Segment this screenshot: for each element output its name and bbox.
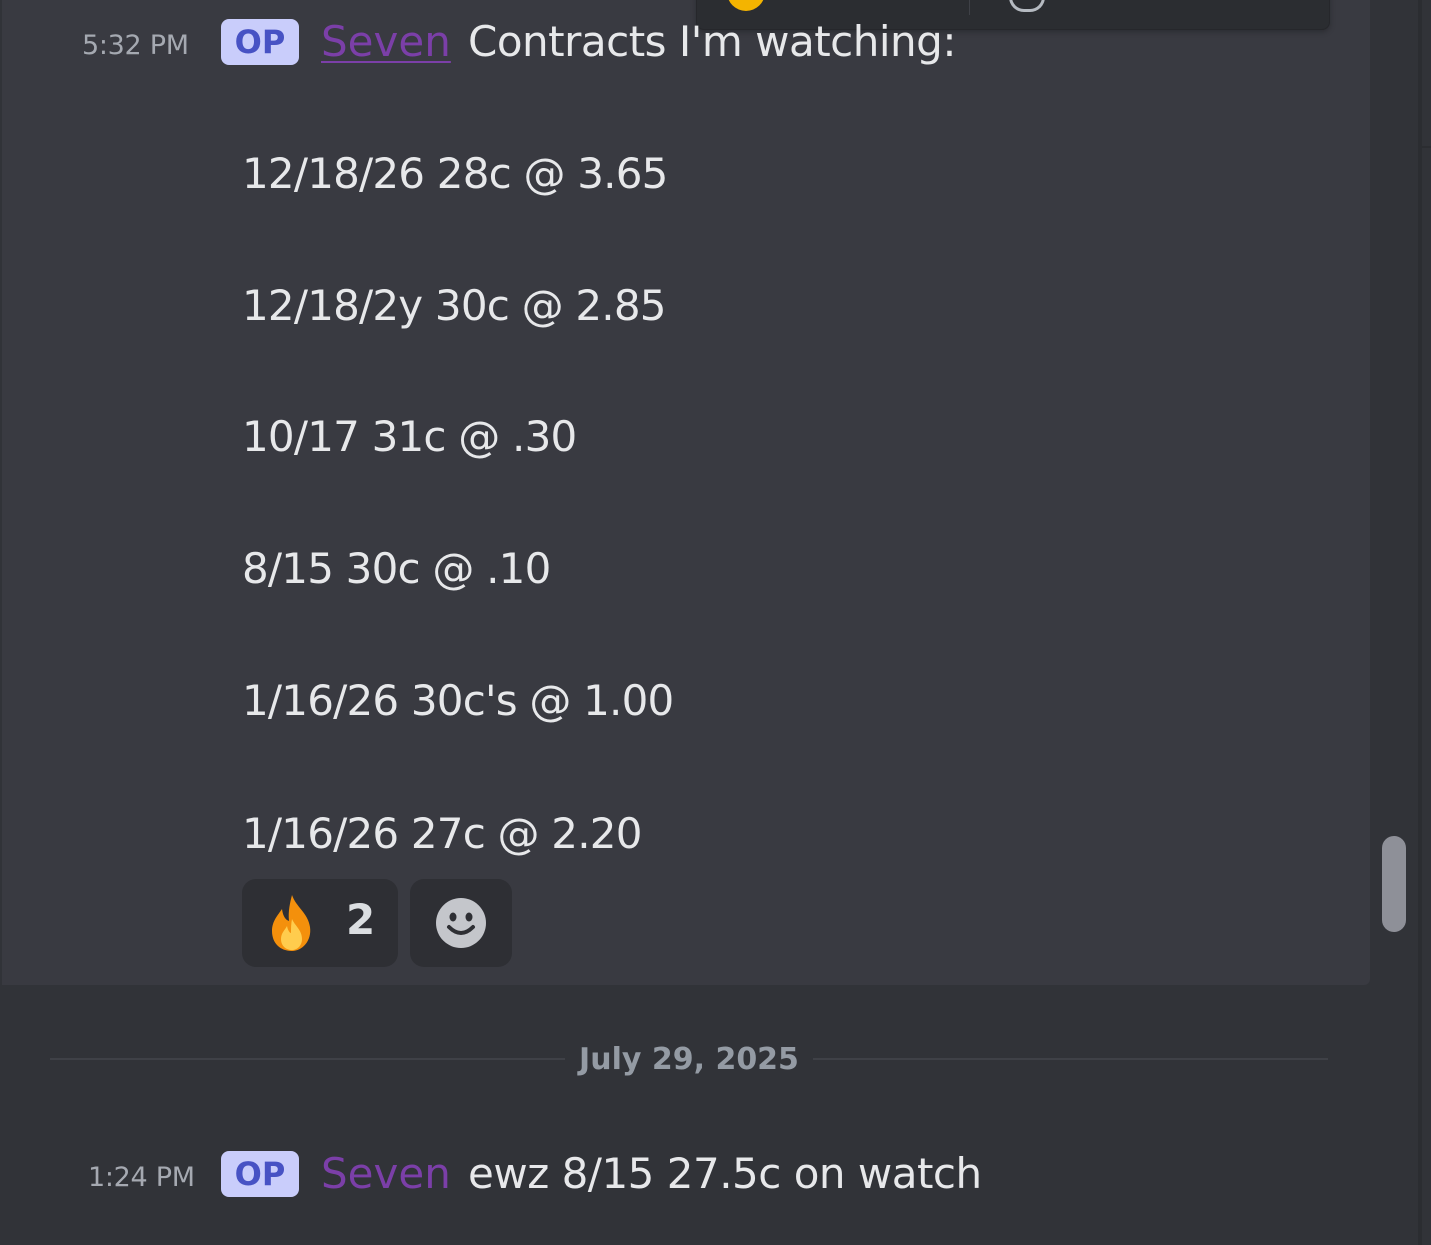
panel-border <box>1418 0 1422 1245</box>
op-badge: OP <box>221 1151 299 1197</box>
message-timestamp: 1:24 PM <box>88 1162 195 1193</box>
message-line: 12/18/2y 30c @ 2.85 <box>242 281 666 330</box>
message-text: ewz 8/15 27.5c on watch <box>468 1149 982 1198</box>
toolbar-separator <box>969 0 970 15</box>
message-line: 12/18/26 28c @ 3.65 <box>242 149 668 198</box>
author-name[interactable]: Seven <box>321 1153 451 1195</box>
message-text: Contracts I'm watching: <box>468 17 956 66</box>
fire-icon <box>272 895 311 951</box>
reaction-fire[interactable]: 2 <box>242 879 398 967</box>
chat-view: 5:32 PM OP Seven Contracts I'm watching:… <box>0 0 1431 1245</box>
more-options-icon[interactable] <box>1009 0 1045 12</box>
message-line: 8/15 30c @ .10 <box>242 544 551 593</box>
add-reaction-button[interactable] <box>410 879 512 967</box>
date-divider: July 29, 2025 <box>0 1042 1378 1077</box>
author-name[interactable]: Seven <box>321 21 451 63</box>
message-line: 1/16/26 30c's @ 1.00 <box>242 676 674 725</box>
add-reaction-icon[interactable] <box>727 0 765 11</box>
panel-border-notch <box>1422 146 1431 148</box>
message-line: 10/17 31c @ .30 <box>242 412 577 461</box>
message-timestamp: 5:32 PM <box>82 30 189 61</box>
smiley-icon <box>436 898 486 948</box>
message-hover-highlight <box>2 0 1370 985</box>
date-divider-label: July 29, 2025 <box>565 1042 813 1077</box>
reaction-count: 2 <box>346 895 376 944</box>
message-line: 1/16/26 27c @ 2.20 <box>242 809 642 858</box>
op-badge: OP <box>221 19 299 65</box>
scrollbar-thumb[interactable] <box>1382 836 1406 932</box>
